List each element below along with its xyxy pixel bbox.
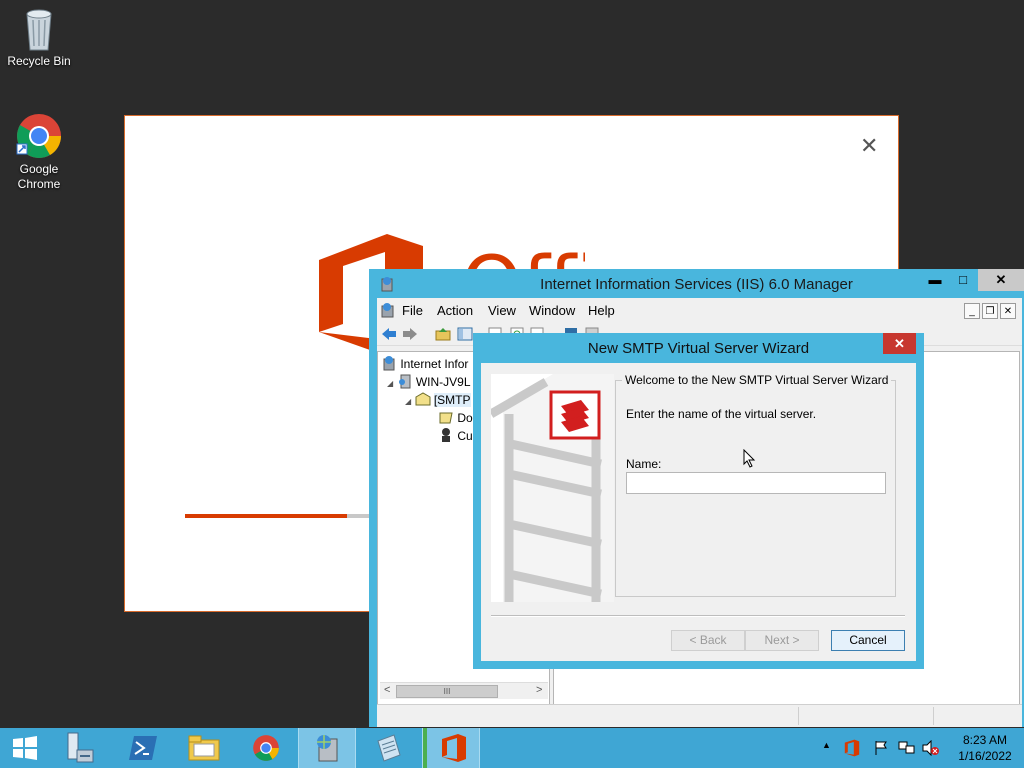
back-button[interactable]: < Back (671, 630, 745, 651)
wizard-intro-text: Enter the name of the virtual server. (626, 407, 817, 421)
splash-close-button[interactable]: ✕ (860, 135, 878, 157)
chrome-icon (253, 735, 279, 761)
forward-arrow-icon[interactable] (402, 326, 418, 342)
expand-arrow-icon[interactable]: ◢ (405, 397, 411, 406)
wizard-separator (491, 615, 905, 617)
tree-node-smtp[interactable]: ◢ [SMTP (405, 391, 471, 407)
tree-label-iis-root: Internet Infor (400, 357, 469, 371)
iis-maximize-button[interactable]: □ (946, 269, 980, 291)
menu-action[interactable]: Action (437, 303, 473, 318)
menu-window[interactable]: Window (529, 303, 575, 318)
name-field-label: Name: (626, 457, 662, 471)
chrome-icon (16, 114, 61, 158)
iis-manager-icon (317, 735, 338, 762)
wizard-welcome-group: Welcome to the New SMTP Virtual Server W… (615, 373, 896, 597)
back-arrow-icon[interactable] (381, 326, 397, 342)
tray-expand-icon[interactable]: ▲ (822, 740, 831, 750)
wizard-server-illustration (491, 374, 614, 602)
tree-node-current-sessions[interactable]: Cu (438, 427, 473, 443)
recycle-bin-label: Recycle Bin (7, 54, 71, 68)
iis-titlebar[interactable]: Internet Information Services (IIS) 6.0 … (369, 269, 1024, 298)
iis-close-button[interactable]: ✕ (978, 269, 1024, 291)
tree-node-server[interactable]: ◢ WIN-JV9L (387, 373, 471, 389)
scroll-left-arrow-icon[interactable]: < (384, 684, 390, 696)
powershell-icon (129, 736, 157, 760)
tree-node-iis-root[interactable]: Internet Infor (381, 355, 468, 371)
mdi-close-button[interactable]: ✕ (1000, 303, 1016, 319)
action-center-flag-icon[interactable] (873, 740, 889, 756)
iis-status-bar (377, 704, 1022, 727)
tree-label-domains: Do (457, 411, 473, 425)
server-manager-icon (67, 732, 94, 763)
volume-muted-icon[interactable] (922, 740, 940, 756)
taskbar-iis-manager[interactable] (298, 728, 356, 768)
iis-menubar: File Action View Window Help _ ❐ ✕ (377, 298, 1022, 322)
tree-label-sessions: Cu (457, 429, 473, 443)
splash-progress-fill (185, 514, 347, 518)
tree-label-smtp: [SMTP (433, 393, 471, 407)
taskbar-server-manager[interactable] (56, 728, 114, 768)
wizard-banner-image (491, 374, 614, 602)
chrome-label-line2: Chrome (17, 177, 61, 191)
menu-file[interactable]: File (402, 303, 423, 318)
tray-office-icon[interactable] (844, 739, 860, 757)
next-button[interactable]: Next > (745, 630, 819, 651)
file-explorer-icon (188, 735, 220, 761)
smtp-wizard-dialog: New SMTP Virtual Server Wizard ✕ Welcome… (473, 333, 924, 669)
virtual-server-name-input[interactable] (626, 472, 886, 494)
scroll-right-arrow-icon[interactable]: > (536, 684, 542, 696)
office-icon (442, 734, 466, 762)
taskbar-office[interactable] (422, 728, 480, 768)
recycle-bin-icon (26, 9, 52, 51)
windows-logo-icon (13, 736, 37, 760)
expand-arrow-icon[interactable]: ◢ (387, 379, 393, 388)
mouse-cursor-icon (743, 449, 756, 468)
mdi-minimize-button[interactable]: _ (964, 303, 980, 319)
wizard-title: New SMTP Virtual Server Wizard (587, 340, 810, 357)
tree-node-domains[interactable]: Do (438, 409, 473, 425)
wizard-client-area: Welcome to the New SMTP Virtual Server W… (481, 363, 916, 661)
scroll-thumb[interactable]: III (396, 685, 498, 698)
smtp-server-icon (415, 392, 430, 406)
domains-icon (439, 412, 453, 424)
progress-indicator (423, 728, 427, 768)
clock-time[interactable]: 8:23 AM (950, 733, 1020, 747)
iis-root-icon (383, 356, 395, 371)
sessions-icon (442, 428, 450, 442)
google-chrome-shortcut[interactable]: Google Chrome (1, 112, 77, 192)
taskbar-notepad[interactable] (360, 728, 418, 768)
show-hide-tree-icon[interactable] (457, 326, 473, 342)
up-folder-icon[interactable] (435, 326, 451, 342)
taskbar-chrome[interactable] (238, 728, 296, 768)
wizard-group-title: Welcome to the New SMTP Virtual Server W… (622, 373, 892, 387)
network-icon[interactable] (898, 740, 916, 756)
taskbar-powershell[interactable] (116, 728, 174, 768)
mdi-restore-button[interactable]: ❐ (982, 303, 998, 319)
tree-horizontal-scrollbar[interactable]: < III > (380, 682, 548, 699)
menu-view[interactable]: View (488, 303, 516, 318)
server-icon (398, 374, 410, 389)
splash-progress-bar (185, 514, 375, 518)
menu-help[interactable]: Help (588, 303, 615, 318)
notepad-icon (377, 734, 401, 762)
cancel-button[interactable]: Cancel (831, 630, 905, 651)
clock-date[interactable]: 1/16/2022 (950, 749, 1020, 763)
chrome-label-line1: Google (19, 162, 59, 176)
wizard-close-button[interactable]: ✕ (883, 333, 916, 354)
taskbar-file-explorer[interactable] (176, 728, 234, 768)
taskbar: ▲ 8:23 AM 1/16/2022 (0, 728, 1024, 768)
mmc-doc-icon (381, 303, 394, 318)
start-button[interactable] (0, 728, 56, 768)
tree-label-server: WIN-JV9L (415, 375, 471, 389)
recycle-bin-shortcut[interactable]: Recycle Bin (1, 6, 77, 69)
